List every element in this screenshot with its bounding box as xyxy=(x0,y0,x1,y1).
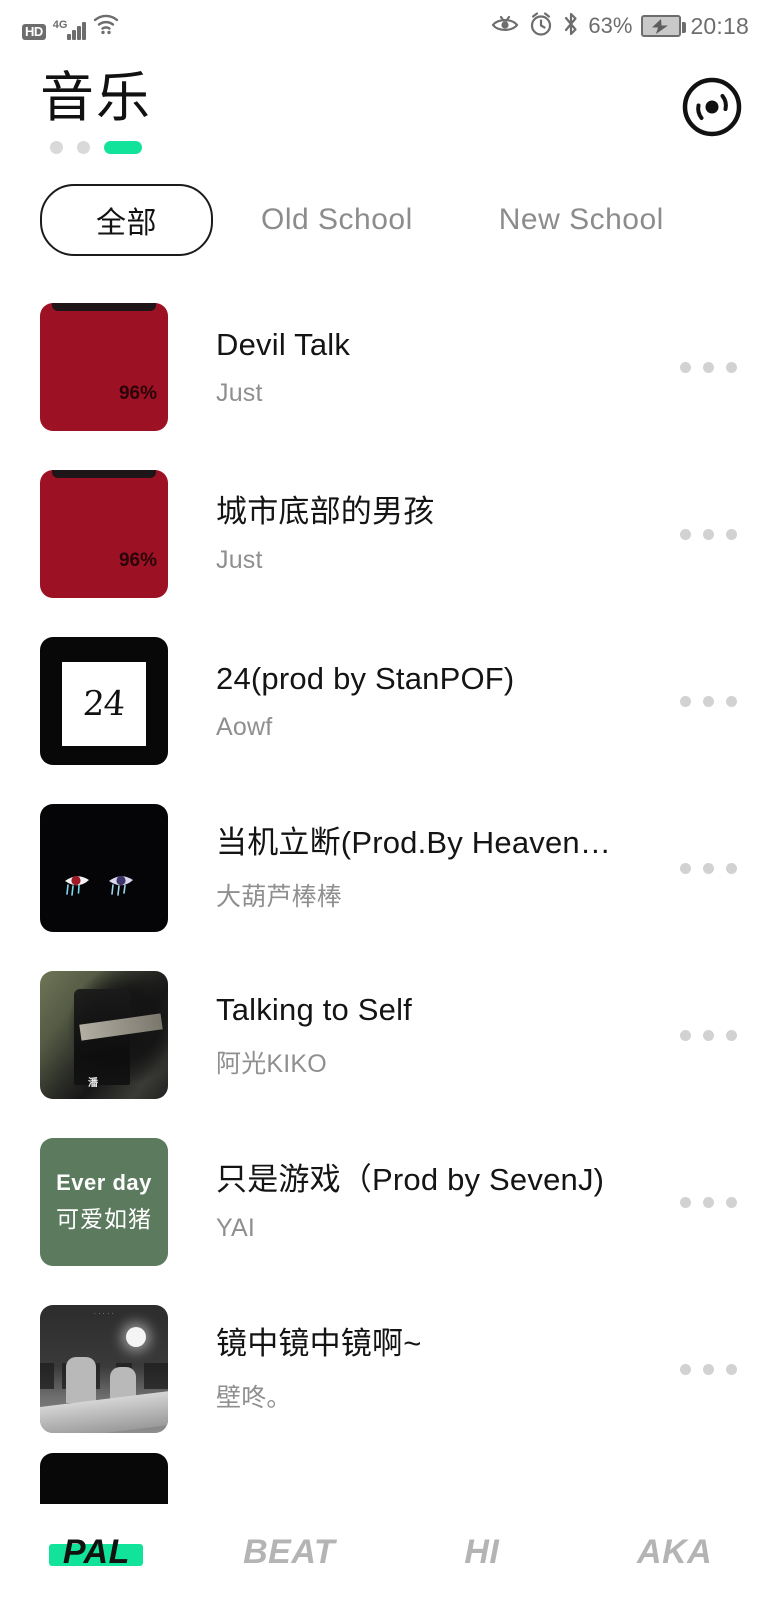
track-row[interactable]: · · · · · 镜中镜中镜啊~ 壁咚。 xyxy=(40,1286,743,1453)
tab-new-school[interactable]: New School xyxy=(499,203,664,237)
album-art-badge-secondary: 可爱如猪 xyxy=(56,1206,152,1233)
more-options-icon[interactable] xyxy=(663,1196,743,1208)
more-options-icon[interactable] xyxy=(663,1029,743,1041)
moon-shape xyxy=(126,1327,146,1348)
track-meta: 只是游戏（Prod by SevenJ) YAI xyxy=(168,1161,663,1243)
track-artist: Aowf xyxy=(216,713,273,742)
wifi-icon xyxy=(93,13,119,40)
track-title: 当机立断(Prod.By Heaven… xyxy=(216,824,612,860)
track-meta: Talking to Self 阿光KIKO xyxy=(168,991,663,1080)
crying-eye-left-icon xyxy=(64,874,90,896)
track-artist: 壁咚。 xyxy=(216,1383,292,1412)
vinyl-record-icon[interactable] xyxy=(681,76,743,138)
nav-item-aka[interactable]: AKA xyxy=(578,1533,771,1572)
signal-strength-bars xyxy=(67,20,86,40)
track-artist: Just xyxy=(216,546,263,575)
track-artist: 阿光KIKO xyxy=(216,1049,327,1078)
track-row[interactable]: 96% Devil Talk Just xyxy=(40,284,743,451)
more-options-icon[interactable] xyxy=(663,862,743,874)
nav-item-label: PAL xyxy=(62,1532,130,1571)
more-options-icon[interactable] xyxy=(663,528,743,540)
page-dot-1[interactable] xyxy=(50,140,63,154)
track-meta: 24(prod by StanPOF) Aowf xyxy=(168,660,663,742)
signal-bars-icon: 4G xyxy=(53,19,86,40)
track-meta: 当机立断(Prod.By Heaven… 大葫芦棒棒 xyxy=(168,824,663,913)
person-shape-left xyxy=(66,1357,96,1404)
track-list: 96% Devil Talk Just 96% 城市底部的男孩 Just 24 … xyxy=(0,284,771,1513)
track-title: 只是游戏（Prod by SevenJ) xyxy=(216,1162,605,1198)
track-row[interactable]: 96% 城市底部的男孩 Just xyxy=(40,451,743,618)
tab-old-school[interactable]: Old School xyxy=(261,203,413,237)
category-tabs: 全部 Old School New School xyxy=(0,183,771,256)
album-art-inner-square: 24 xyxy=(62,662,146,747)
page-title: 音乐 xyxy=(40,68,152,128)
status-bar-left: HD 4G xyxy=(22,13,119,40)
page-header: 音乐 xyxy=(0,52,771,154)
track-artist: YAI xyxy=(216,1214,256,1243)
rooftop-shape xyxy=(40,1389,168,1434)
album-art[interactable]: 96% xyxy=(40,470,168,599)
crying-eye-right-icon xyxy=(108,874,134,896)
album-art-badge: 96% xyxy=(118,383,157,405)
track-title: 24(prod by StanPOF) xyxy=(216,661,515,697)
track-artist: 大葫芦棒棒 xyxy=(216,882,343,911)
track-meta: 城市底部的男孩 Just xyxy=(168,493,663,575)
album-art-caption-text: · · · · · xyxy=(93,1311,115,1318)
album-art-badge: 潘 xyxy=(88,1078,99,1090)
bluetooth-icon xyxy=(563,11,579,42)
track-title: 城市底部的男孩 xyxy=(216,494,435,530)
album-art[interactable]: · · · · · xyxy=(40,1305,168,1434)
title-block: 音乐 xyxy=(40,70,681,154)
track-row[interactable]: 当机立断(Prod.By Heaven… 大葫芦棒棒 xyxy=(40,785,743,952)
status-bar: HD 4G 63% 20:18 xyxy=(0,0,771,52)
track-title: 镜中镜中镜啊~ xyxy=(216,1325,422,1361)
album-art-badge: Ever day xyxy=(56,1170,152,1196)
page-indicator xyxy=(50,140,681,154)
nav-item-hi[interactable]: HI xyxy=(386,1533,579,1572)
album-art-badge: 96% xyxy=(118,550,157,572)
more-options-icon[interactable] xyxy=(663,1363,743,1375)
track-row[interactable]: 潘 Talking to Self 阿光KIKO xyxy=(40,952,743,1119)
track-row[interactable]: Ever day 可爱如猪 只是游戏（Prod by SevenJ) YAI xyxy=(40,1119,743,1286)
track-artist: Just xyxy=(216,379,263,408)
nav-item-label: HI xyxy=(464,1532,500,1571)
skyline-shape xyxy=(40,1363,168,1390)
app-screen: HD 4G 63% 20:18 音乐 全部 Old School New Sch… xyxy=(0,0,771,1600)
track-meta: Devil Talk Just xyxy=(168,326,663,408)
track-title: Devil Talk xyxy=(216,327,351,363)
nav-item-label: AKA xyxy=(637,1532,713,1571)
battery-percent-label: 63% xyxy=(588,13,633,38)
hd-icon: HD xyxy=(22,23,46,40)
more-options-icon[interactable] xyxy=(663,695,743,707)
album-art[interactable]: Ever day 可爱如猪 xyxy=(40,1138,168,1267)
battery-charging-icon xyxy=(641,15,687,37)
eye-care-icon xyxy=(491,12,519,41)
alarm-clock-icon xyxy=(528,11,554,42)
page-dot-3-active[interactable] xyxy=(104,140,142,154)
album-art[interactable]: 24 xyxy=(40,637,168,766)
nav-item-label: BEAT xyxy=(243,1532,336,1571)
status-bar-right: 63% 20:18 xyxy=(491,11,749,42)
track-title: Talking to Self xyxy=(216,991,412,1027)
track-row[interactable]: 24 24(prod by StanPOF) Aowf xyxy=(40,618,743,785)
clock-label: 20:18 xyxy=(690,12,749,39)
nav-item-pal[interactable]: PAL xyxy=(0,1533,193,1572)
battery-cap-shape xyxy=(52,470,156,479)
track-row-partial[interactable] xyxy=(40,1452,743,1513)
album-art-badge: 24 xyxy=(81,684,127,725)
page-dot-2[interactable] xyxy=(77,140,90,154)
track-meta: 镜中镜中镜啊~ 壁咚。 xyxy=(168,1325,663,1414)
network-type-label: 4G xyxy=(52,18,68,31)
album-art[interactable] xyxy=(40,804,168,933)
more-options-icon[interactable] xyxy=(663,361,743,373)
bottom-navigation: PAL BEAT HI AKA xyxy=(0,1504,771,1600)
battery-cap-shape xyxy=(52,303,156,312)
album-art[interactable]: 潘 xyxy=(40,971,168,1100)
album-art[interactable]: 96% xyxy=(40,303,168,432)
tab-all[interactable]: 全部 xyxy=(40,183,213,256)
nav-item-beat[interactable]: BEAT xyxy=(193,1533,386,1572)
